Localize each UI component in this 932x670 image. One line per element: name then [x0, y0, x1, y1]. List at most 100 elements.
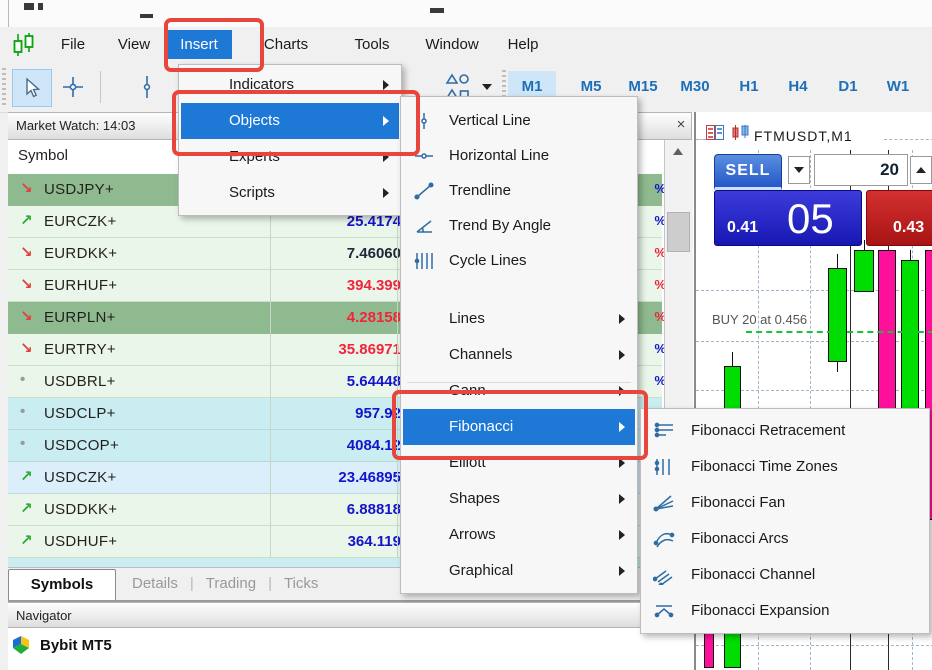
objects-menu-item-vertical-line[interactable]: Vertical Line — [403, 103, 635, 138]
fib-menu-item-fibonacci-channel[interactable]: Fibonacci Channel — [643, 557, 927, 593]
price-cell: 957.92 — [278, 405, 401, 422]
symbol-cell: EURCZK+ — [44, 213, 117, 230]
trend-up-icon: ↗ — [20, 211, 33, 229]
fib-arcs-icon — [653, 529, 675, 549]
objects-dropdown-arrow-icon[interactable] — [482, 84, 492, 90]
insert-menu-item-objects[interactable]: Objects — [181, 103, 399, 139]
timeframe-button-h1[interactable]: H1 — [730, 71, 768, 103]
gridline — [884, 139, 932, 140]
objects-menu-item-trend-by-angle[interactable]: Trend By Angle — [403, 208, 635, 243]
trend-by-angle-icon — [413, 216, 435, 236]
menu-item-tools[interactable]: Tools — [346, 30, 398, 59]
menu-item-help[interactable]: Help — [500, 30, 546, 59]
insert-menu-item-scripts[interactable]: Scripts — [181, 175, 399, 211]
column-divider — [397, 174, 398, 558]
menu-item-label: Experts — [229, 148, 280, 165]
timeframe-button-m30[interactable]: M30 — [672, 71, 718, 103]
tab-trading[interactable]: Trading — [206, 575, 256, 592]
tab-ticks[interactable]: Ticks — [284, 575, 318, 592]
percent-cell: % — [644, 373, 666, 388]
percent-cell: % — [644, 309, 666, 324]
menu-item-label: Graphical — [449, 562, 513, 579]
menu-item-label: Scripts — [229, 184, 275, 201]
chart-window-icon[interactable] — [732, 125, 750, 140]
submenu-arrow-icon — [619, 350, 625, 360]
objects-menu-item-graphical[interactable]: Graphical — [403, 553, 635, 589]
objects-menu-item-channels[interactable]: Channels — [403, 337, 635, 373]
fib-fan-icon — [653, 493, 675, 513]
menu-item-label: Horizontal Line — [449, 147, 549, 164]
cursor-tool-button[interactable] — [12, 69, 52, 107]
sell-price-button[interactable]: 0.41 05 — [714, 190, 862, 246]
navigator-title: Navigator — [16, 608, 72, 623]
fibonacci-submenu: Fibonacci RetracementFibonacci Time Zone… — [640, 408, 930, 634]
window-top-strip — [0, 0, 932, 28]
symbol-cell: EURDKK+ — [44, 245, 117, 262]
fib-menu-item-fibonacci-fan[interactable]: Fibonacci Fan — [643, 485, 927, 521]
mt5-window: File View Insert Charts Tools Window Help — [0, 0, 932, 670]
fib-menu-item-fibonacci-time-zones[interactable]: Fibonacci Time Zones — [643, 449, 927, 485]
toolbar-grip[interactable] — [2, 68, 6, 106]
timeframe-button-h4[interactable]: H4 — [780, 71, 816, 103]
trend-down-icon: ↘ — [20, 275, 33, 293]
gridline — [696, 341, 932, 342]
fib-menu-item-fibonacci-arcs[interactable]: Fibonacci Arcs — [643, 521, 927, 557]
fib-menu-item-fibonacci-expansion[interactable]: Fibonacci Expansion — [643, 593, 927, 629]
menu-item-insert[interactable]: Insert — [166, 30, 232, 59]
open-position-label: BUY 20 at 0.456 — [712, 312, 807, 327]
trendline-icon — [413, 181, 435, 201]
timeframe-button-w1[interactable]: W1 — [878, 71, 918, 103]
menu-item-view[interactable]: View — [110, 30, 158, 59]
submenu-arrow-icon — [383, 80, 389, 90]
scroll-up-icon[interactable] — [673, 148, 683, 155]
sell-price-main: 0.41 — [727, 219, 758, 237]
objects-menu-item-horizontal-line[interactable]: Horizontal Line — [403, 138, 635, 173]
submenu-arrow-icon — [619, 458, 625, 468]
volume-up-button[interactable] — [910, 156, 932, 184]
crosshair-tool-button[interactable] — [54, 69, 92, 105]
submenu-arrow-icon — [619, 422, 625, 432]
objects-menu-item-arrows[interactable]: Arrows — [403, 517, 635, 553]
sell-tab[interactable]: SELL — [714, 154, 782, 190]
objects-menu-item-gann[interactable]: Gann — [403, 373, 635, 409]
symbol-column-header[interactable]: Symbol — [18, 147, 68, 164]
tab-details[interactable]: Details — [132, 575, 178, 592]
objects-menu-item-shapes[interactable]: Shapes — [403, 481, 635, 517]
menu-item-label: Gann — [449, 382, 486, 399]
navigator-item-bybit[interactable]: Bybit MT5 — [10, 634, 112, 656]
timeframe-button-d1[interactable]: D1 — [830, 71, 866, 103]
insert-menu-item-experts[interactable]: Experts — [181, 139, 399, 175]
menu-item-label: Lines — [449, 310, 485, 327]
navigator-titlebar[interactable]: Navigator — [8, 602, 692, 628]
menu-item-label: Vertical Line — [449, 112, 531, 129]
volume-dropdown-button[interactable] — [788, 156, 810, 184]
fib-retracement-icon — [653, 421, 675, 441]
submenu-arrow-icon — [383, 152, 389, 162]
objects-menu-item-lines[interactable]: Lines — [403, 301, 635, 337]
menu-item-file[interactable]: File — [52, 30, 94, 59]
buy-price-button[interactable]: 0.43 — [866, 190, 932, 246]
quotes-list-icon[interactable] — [706, 125, 724, 140]
fib-menu-item-fibonacci-retracement[interactable]: Fibonacci Retracement — [643, 413, 927, 449]
scrollbar-thumb[interactable] — [667, 212, 690, 252]
objects-menu-item-cycle-lines[interactable]: Cycle Lines — [403, 243, 635, 278]
tab-symbols[interactable]: Symbols — [8, 569, 116, 601]
insert-menu: IndicatorsObjects Experts Scripts — [178, 64, 402, 216]
objects-menu-item-trendline[interactable]: Trendline — [403, 173, 635, 208]
insert-menu-item-indicators[interactable]: Indicators — [181, 67, 399, 103]
tab-separator: | — [190, 575, 194, 592]
cutoff-fragment — [38, 3, 43, 10]
close-icon[interactable]: × — [672, 114, 690, 136]
submenu-arrow-icon — [619, 494, 625, 504]
vertical-line-tool-button[interactable] — [128, 69, 166, 105]
chevron-up-icon — [916, 167, 926, 173]
volume-field[interactable]: 20 — [814, 154, 908, 186]
objects-menu-item-elliott[interactable]: Elliott — [403, 445, 635, 481]
cutoff-fragment — [24, 3, 34, 10]
menu-item-window[interactable]: Window — [420, 30, 484, 59]
symbol-cell: EURPLN+ — [44, 309, 116, 326]
objects-menu-item-fibonacci[interactable]: Fibonacci — [403, 409, 635, 445]
vertical-line-icon — [137, 74, 157, 100]
menu-item-charts[interactable]: Charts — [254, 30, 318, 59]
buy-price-main: 0.43 — [893, 219, 924, 237]
